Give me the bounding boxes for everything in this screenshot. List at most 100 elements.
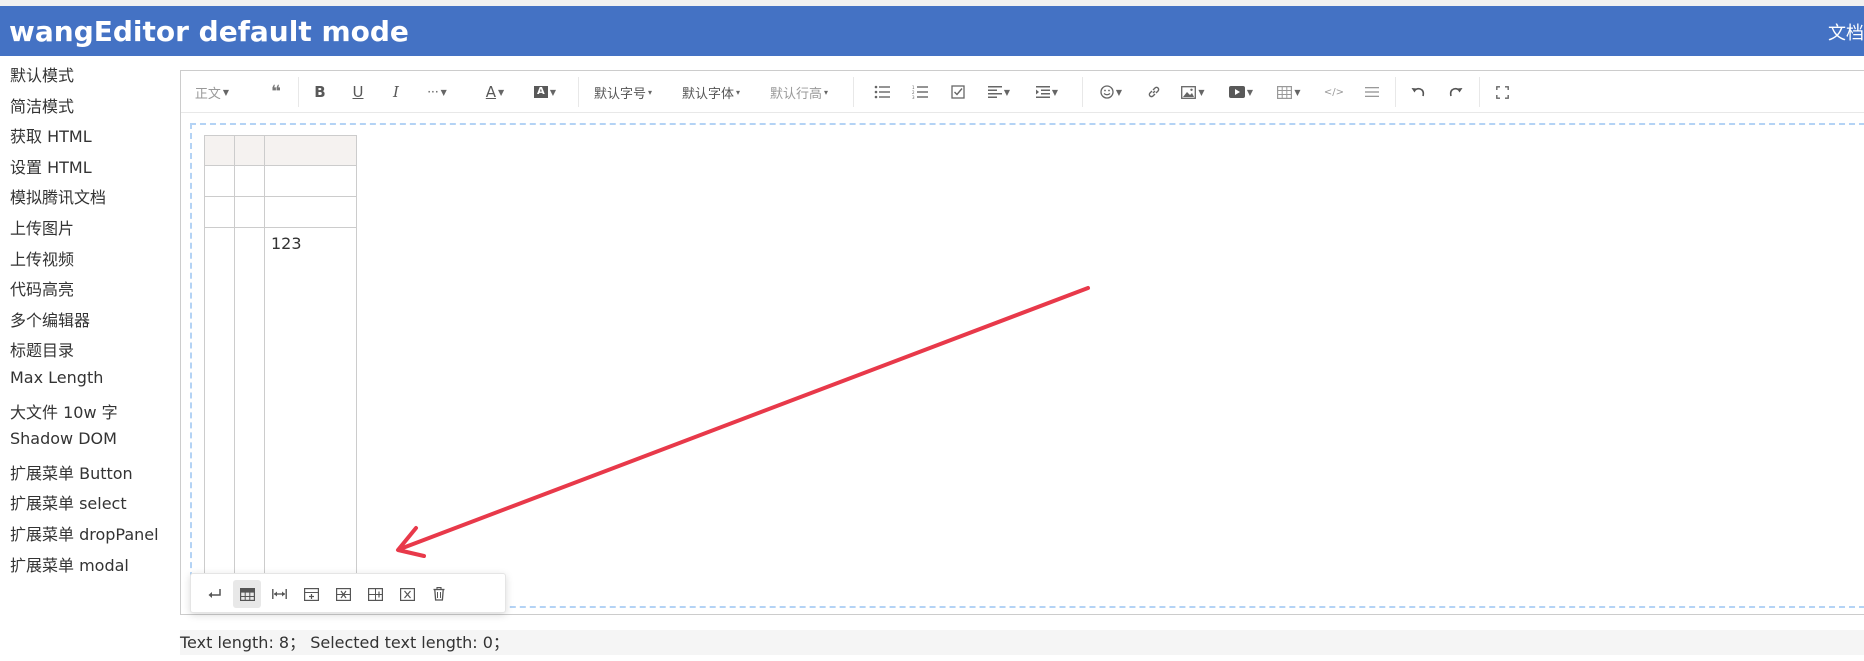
- chevron-down-icon: ▼: [1003, 87, 1011, 97]
- bulleted-list-button[interactable]: [869, 71, 895, 113]
- font-color-button[interactable]: A ▼: [479, 71, 511, 113]
- heading-select[interactable]: 正文 ▼: [191, 71, 233, 113]
- bulleted-list-icon: [874, 85, 890, 99]
- table-cell[interactable]: [264, 196, 357, 228]
- numbered-list-button[interactable]: 123: [907, 71, 933, 113]
- more-icon: ···: [427, 85, 439, 99]
- justify-button[interactable]: ▼: [981, 71, 1017, 113]
- page-title: wangEditor default mode: [9, 15, 409, 48]
- divider-button[interactable]: [1359, 71, 1385, 113]
- blockquote-button[interactable]: ❝: [263, 71, 289, 113]
- font-size-label: 默认字号: [593, 86, 646, 102]
- full-width-button[interactable]: [265, 580, 293, 608]
- chevron-down-icon: ▾: [736, 87, 741, 97]
- sidebar-item-max-length[interactable]: Max Length: [10, 368, 103, 387]
- sidebar-item-tencent-doc[interactable]: 模拟腾讯文档: [10, 184, 106, 208]
- video-icon: [1228, 86, 1245, 98]
- link-button[interactable]: [1141, 71, 1167, 113]
- divider-icon: [1365, 87, 1379, 97]
- sidebar-item-menu-button[interactable]: 扩展菜单 Button: [10, 460, 133, 484]
- delete-row-button[interactable]: [329, 580, 357, 608]
- sidebar-item-big-file[interactable]: 大文件 10w 字: [10, 399, 118, 423]
- fullscreen-button[interactable]: [1489, 71, 1515, 113]
- italic-button[interactable]: I: [383, 71, 409, 113]
- table-cell[interactable]: [204, 196, 235, 228]
- bold-button[interactable]: B: [307, 71, 333, 113]
- sidebar-item-simple-mode[interactable]: 简洁模式: [10, 93, 74, 117]
- emoji-icon: [1100, 85, 1114, 99]
- sidebar-item-shadow-dom[interactable]: Shadow DOM: [10, 429, 117, 448]
- image-button[interactable]: ▼: [1175, 71, 1211, 113]
- status-bar: Text length: 8； Selected text length: 0；: [180, 630, 1864, 655]
- sidebar-item-catalog[interactable]: 标题目录: [10, 337, 74, 361]
- todo-button[interactable]: [945, 71, 971, 113]
- delete-col-button[interactable]: [393, 580, 421, 608]
- doc-link[interactable]: 文档: [1828, 19, 1864, 45]
- table-cell[interactable]: 123: [264, 227, 357, 578]
- font-family-select[interactable]: 默认字体 ▾: [678, 71, 744, 113]
- undo-button[interactable]: [1405, 71, 1431, 113]
- svg-text:3: 3: [912, 95, 915, 99]
- sidebar-item-menu-select[interactable]: 扩展菜单 select: [10, 490, 127, 514]
- cell-text: [205, 166, 234, 172]
- redo-icon: [1449, 87, 1463, 97]
- table-cell[interactable]: [204, 227, 235, 578]
- sidebar-item-menu-modal[interactable]: 扩展菜单 modal: [10, 552, 129, 576]
- sidebar-item-get-html[interactable]: 获取 HTML: [10, 123, 92, 147]
- cell-text: [265, 166, 356, 172]
- sidebar-item-default-mode[interactable]: 默认模式: [10, 62, 74, 86]
- insert-row-icon: [303, 587, 319, 601]
- table-header-cell[interactable]: [234, 135, 265, 166]
- code-icon: </>: [1323, 86, 1345, 98]
- bg-color-button[interactable]: A ▼: [529, 71, 561, 113]
- indent-icon: [1035, 86, 1050, 98]
- sidebar-item-upload-video[interactable]: 上传视频: [10, 246, 74, 270]
- enter-menu-button[interactable]: [201, 580, 229, 608]
- chevron-down-icon: ▼: [498, 87, 505, 97]
- font-size-select[interactable]: 默认字号 ▾: [590, 71, 656, 113]
- sidebar-item-set-html[interactable]: 设置 HTML: [10, 154, 92, 178]
- insert-row-button[interactable]: [297, 580, 325, 608]
- link-icon: [1148, 86, 1160, 98]
- table-cell[interactable]: [234, 165, 265, 197]
- numbered-list-icon: 123: [912, 85, 928, 99]
- table-header-cell[interactable]: [264, 135, 357, 166]
- sidebar-item-menu-droppanel[interactable]: 扩展菜单 dropPanel: [10, 521, 159, 545]
- sidebar-item-upload-image[interactable]: 上传图片: [10, 215, 74, 239]
- editor-table[interactable]: 123: [204, 135, 357, 578]
- table-header-cell[interactable]: [204, 135, 235, 166]
- cell-text: [205, 228, 234, 234]
- chevron-down-icon: ▼: [222, 87, 230, 97]
- delete-table-button[interactable]: [425, 580, 453, 608]
- insert-col-button[interactable]: [361, 580, 389, 608]
- chevron-down-icon: ▼: [1051, 87, 1059, 97]
- table-button[interactable]: ▼: [1271, 71, 1307, 113]
- table-header-button[interactable]: [233, 580, 261, 608]
- editor-text-area[interactable]: 123: [190, 123, 1864, 608]
- line-height-select[interactable]: 默认行高 ▾: [766, 71, 832, 113]
- emotion-button[interactable]: ▼: [1093, 71, 1129, 113]
- sidebar-item-code-highlight[interactable]: 代码高亮: [10, 276, 74, 300]
- more-style-button[interactable]: ··· ▼: [421, 71, 453, 113]
- table-row: 123: [204, 227, 357, 578]
- sidebar-item-multi-editor[interactable]: 多个编辑器: [10, 307, 90, 331]
- indent-button[interactable]: ▼: [1029, 71, 1065, 113]
- underline-button[interactable]: U: [345, 71, 371, 113]
- chevron-down-icon: ▾: [648, 87, 653, 97]
- table-cell[interactable]: [234, 227, 265, 578]
- cell-text: [265, 136, 356, 142]
- video-button[interactable]: ▼: [1223, 71, 1259, 113]
- todo-icon: [951, 85, 965, 99]
- redo-button[interactable]: [1443, 71, 1469, 113]
- table-icon: [1277, 85, 1293, 99]
- table-cell[interactable]: [234, 196, 265, 228]
- insert-col-icon: [367, 587, 383, 601]
- table-cell[interactable]: [204, 165, 235, 197]
- code-block-button[interactable]: </>: [1321, 71, 1347, 113]
- table-cell[interactable]: [264, 165, 357, 197]
- cell-text: [235, 228, 264, 234]
- chevron-down-icon: ▼: [549, 87, 557, 97]
- cell-text: [235, 197, 264, 203]
- table-row: [204, 196, 357, 228]
- editor-toolbar: 正文 ▼ ❝ B U I ··· ▼ A ▼ A ▼ 默认字号 ▾ 默认字体 ▾ 默认行高 ▾…: [181, 71, 1864, 113]
